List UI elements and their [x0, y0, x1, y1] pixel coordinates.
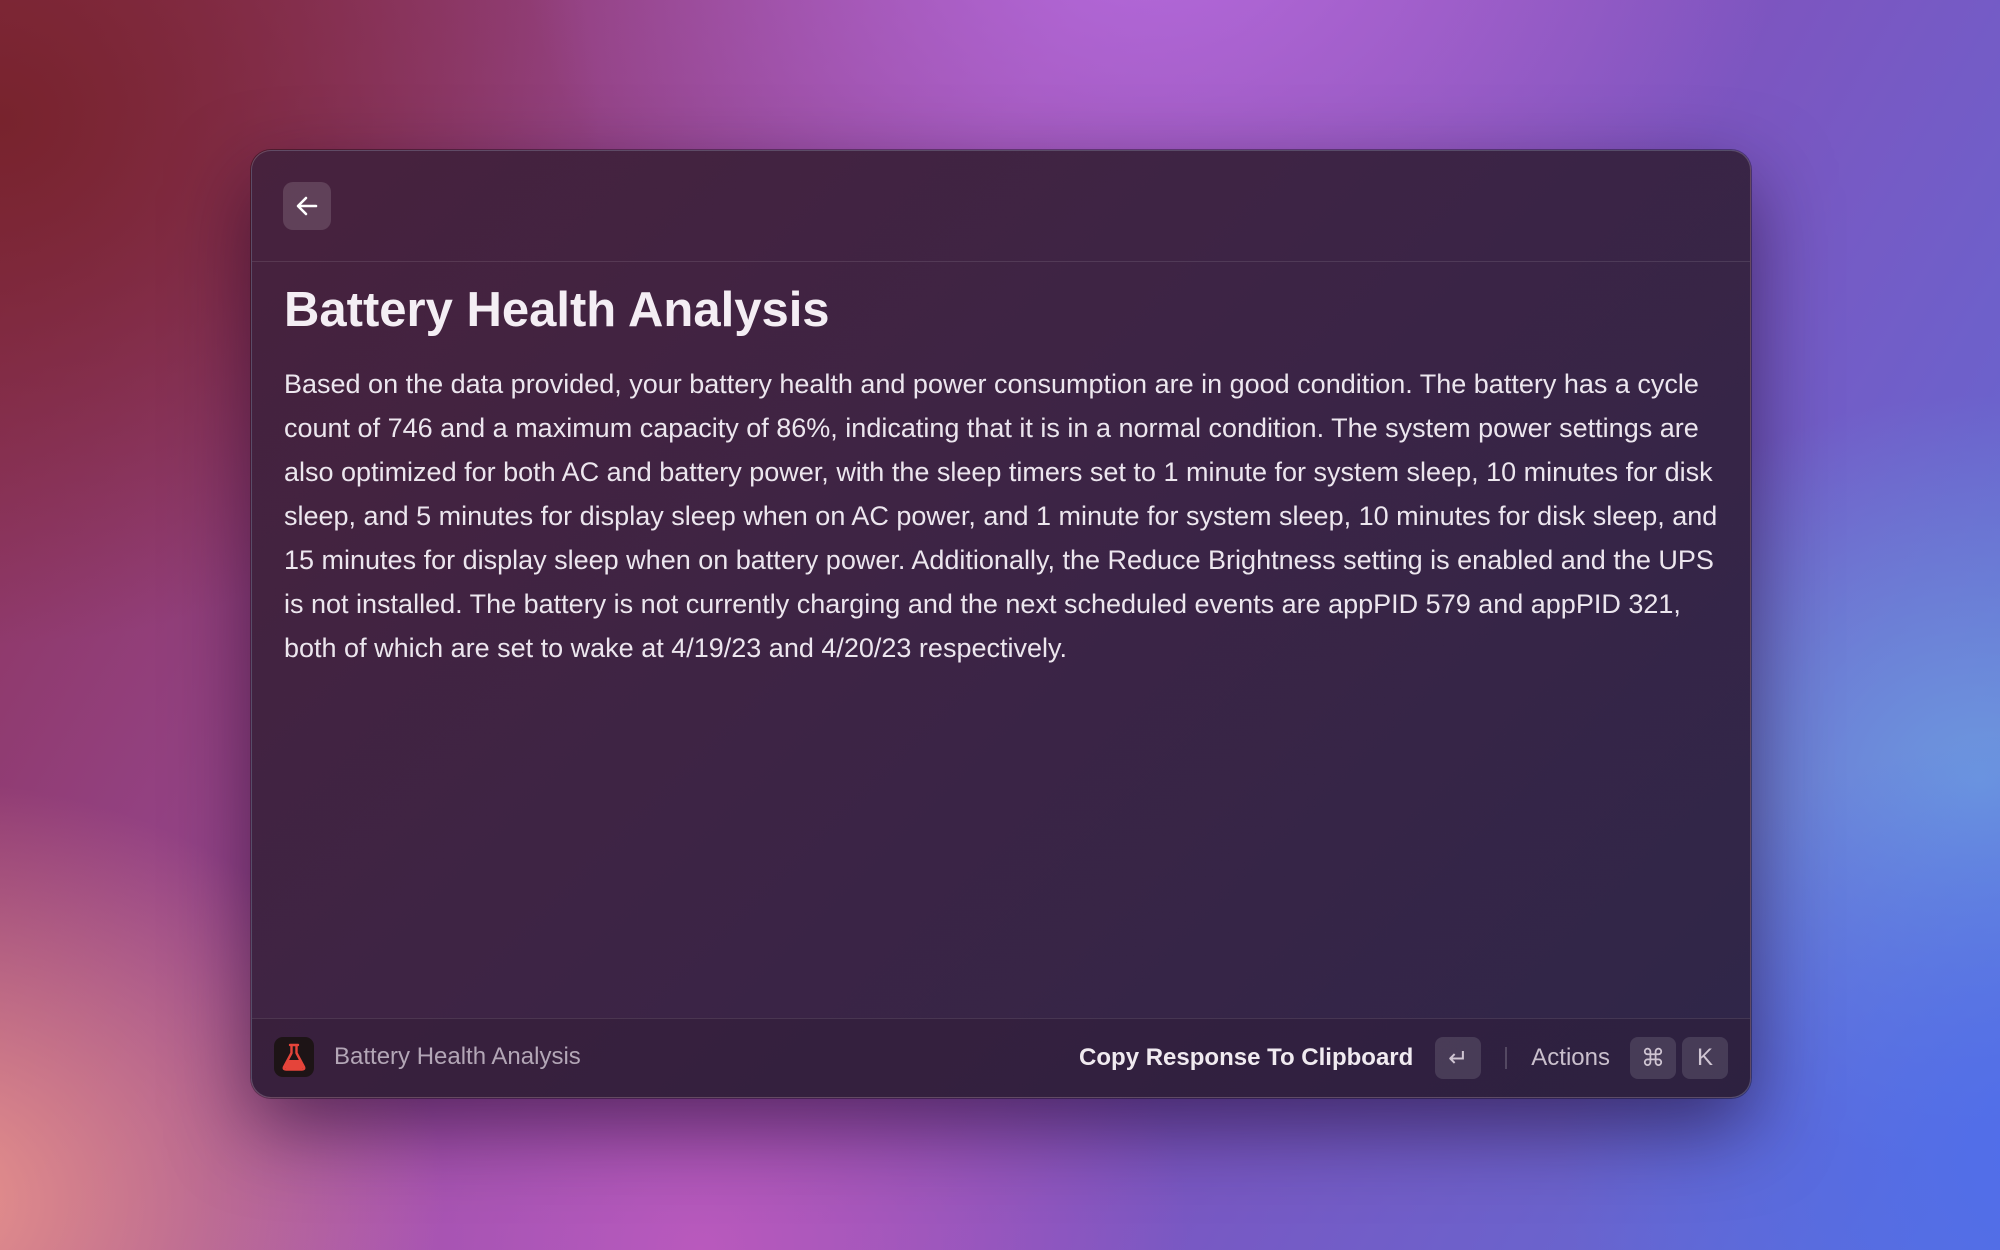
k-key-hint: K: [1682, 1037, 1728, 1079]
page-title: Battery Health Analysis: [284, 283, 830, 337]
command-window: Battery Health Analysis Based on the dat…: [251, 150, 1751, 1098]
flask-icon: [274, 1037, 314, 1077]
footer-actions: Copy Response To Clipboard ↵ Actions ⌘ K: [1079, 1037, 1728, 1079]
command-key-hint: ⌘: [1630, 1037, 1676, 1079]
response-text: Based on the data provided, your battery…: [284, 368, 1718, 663]
response-content: Battery Health Analysis Based on the dat…: [284, 281, 1724, 670]
arrow-left-icon: [296, 196, 318, 216]
divider: [1505, 1047, 1508, 1069]
action-bar: Battery Health Analysis Copy Response To…: [252, 1018, 1750, 1097]
return-key-hint: ↵: [1435, 1037, 1482, 1079]
window-header: [252, 151, 1750, 262]
copy-response-button[interactable]: Copy Response To Clipboard: [1079, 1044, 1413, 1072]
command-title: Battery Health Analysis: [334, 1043, 581, 1070]
actions-button[interactable]: Actions: [1531, 1044, 1610, 1072]
back-button[interactable]: [283, 182, 331, 230]
